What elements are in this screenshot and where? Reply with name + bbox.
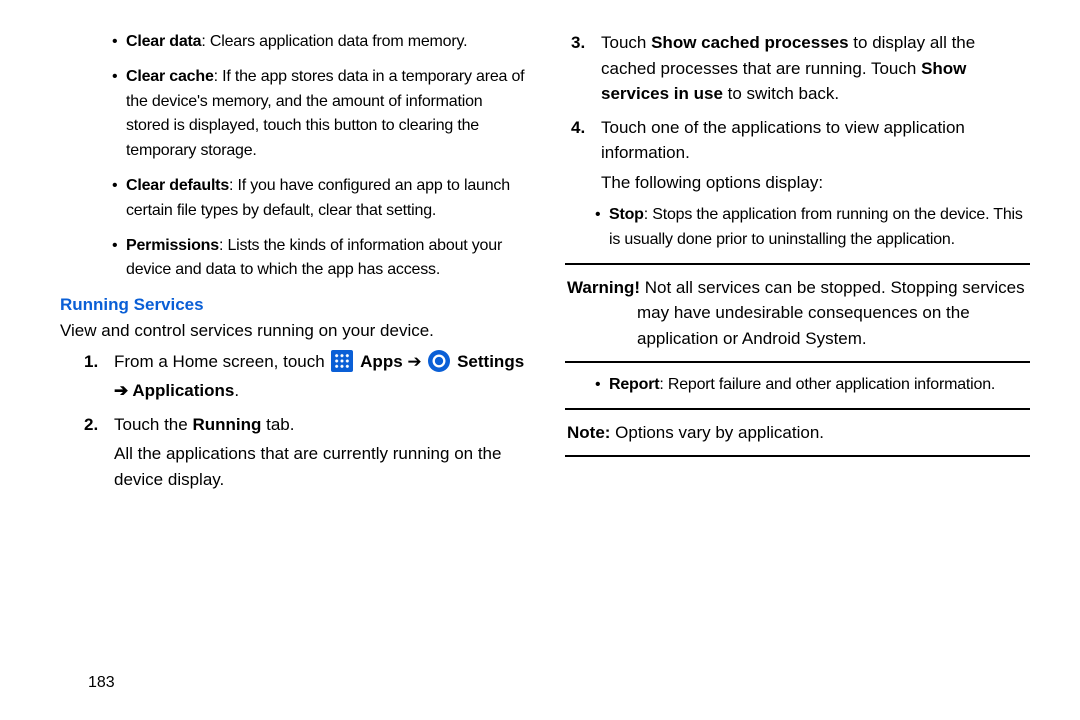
s3-b1: Show cached processes (651, 33, 848, 52)
page-number: 183 (88, 674, 115, 692)
applications-label: Applications (132, 381, 234, 400)
divider (565, 361, 1030, 363)
report-bullet-list: Report: Report failure and other applica… (595, 373, 1030, 398)
step-number: 1. (84, 349, 98, 375)
divider (565, 263, 1030, 265)
bullet-term: Permissions (126, 237, 219, 254)
step-1: 1. From a Home screen, touch Apps ➔ Sett… (84, 349, 525, 404)
dot: . (234, 381, 239, 400)
step-number: 4. (571, 115, 585, 141)
bullet-desc: : Clears application data from memory. (201, 33, 467, 50)
stop-bullet-list: Stop: Stops the application from running… (595, 203, 1030, 253)
apps-label: Apps (360, 352, 403, 371)
steps-list-left: 1. From a Home screen, touch Apps ➔ Sett… (84, 349, 525, 493)
running-services-intro: View and control services running on you… (60, 319, 525, 343)
steps-list-right: 3. Touch Show cached processes to displa… (571, 30, 1030, 195)
bullet-term: Clear data (126, 33, 201, 50)
bullet-stop: Stop: Stops the application from running… (595, 203, 1030, 253)
warning-box: Warning! Not all services can be stopped… (565, 275, 1030, 352)
divider (565, 455, 1030, 457)
bullet-clear-defaults: Clear defaults: If you have configured a… (112, 174, 525, 224)
step-4: 4. Touch one of the applications to view… (571, 115, 1030, 196)
arrow2: ➔ (114, 381, 132, 400)
running-label: Running (192, 415, 261, 434)
step2-post: tab. (261, 415, 294, 434)
s3-pre: Touch (601, 33, 651, 52)
bullet-clear-data: Clear data: Clears application data from… (112, 30, 525, 55)
s3-post: to switch back. (723, 84, 839, 103)
running-services-heading: Running Services (60, 295, 525, 315)
settings-label: Settings (457, 352, 524, 371)
report-term: Report (609, 376, 659, 393)
report-desc: : Report failure and other application i… (659, 376, 995, 393)
step-3: 3. Touch Show cached processes to displa… (571, 30, 1030, 107)
right-column: 3. Touch Show cached processes to displa… (545, 30, 1040, 700)
step-number: 2. (84, 412, 98, 438)
note-text: Options vary by application. (610, 423, 824, 442)
bullet-term: Clear cache (126, 68, 214, 85)
note-box: Note: Options vary by application. (565, 420, 1030, 446)
warning-rest: may have undesirable consequences on the… (567, 300, 1030, 351)
manual-page: Clear data: Clears application data from… (0, 0, 1080, 720)
warning-lead: Warning! (567, 278, 640, 297)
divider (565, 408, 1030, 410)
s4-text: Touch one of the applications to view ap… (601, 118, 965, 163)
options-bullet-list: Clear data: Clears application data from… (112, 30, 525, 283)
bullet-permissions: Permissions: Lists the kinds of informat… (112, 234, 525, 284)
stop-term: Stop (609, 206, 644, 223)
step2-pre: Touch the (114, 415, 192, 434)
note-lead: Note: (567, 423, 610, 442)
stop-desc: : Stops the application from running on … (609, 206, 1023, 248)
arrow-text: ➔ (407, 352, 426, 371)
step-text-pre: From a Home screen, touch (114, 352, 329, 371)
bullet-term: Clear defaults (126, 177, 229, 194)
apps-grid-icon (331, 350, 353, 372)
step-2: 2. Touch the Running tab. All the applic… (84, 412, 525, 493)
step-1-line2: ➔ Applications. (114, 378, 525, 404)
step2-sub: All the applications that are currently … (114, 441, 525, 492)
s4-sub: The following options display: (601, 170, 1030, 196)
bullet-report: Report: Report failure and other applica… (595, 373, 1030, 398)
warning-first: Not all services can be stopped. Stoppin… (640, 278, 1025, 297)
bullet-clear-cache: Clear cache: If the app stores data in a… (112, 65, 525, 164)
step-number: 3. (571, 30, 585, 56)
left-column: Clear data: Clears application data from… (60, 30, 545, 700)
settings-gear-icon (428, 350, 450, 372)
